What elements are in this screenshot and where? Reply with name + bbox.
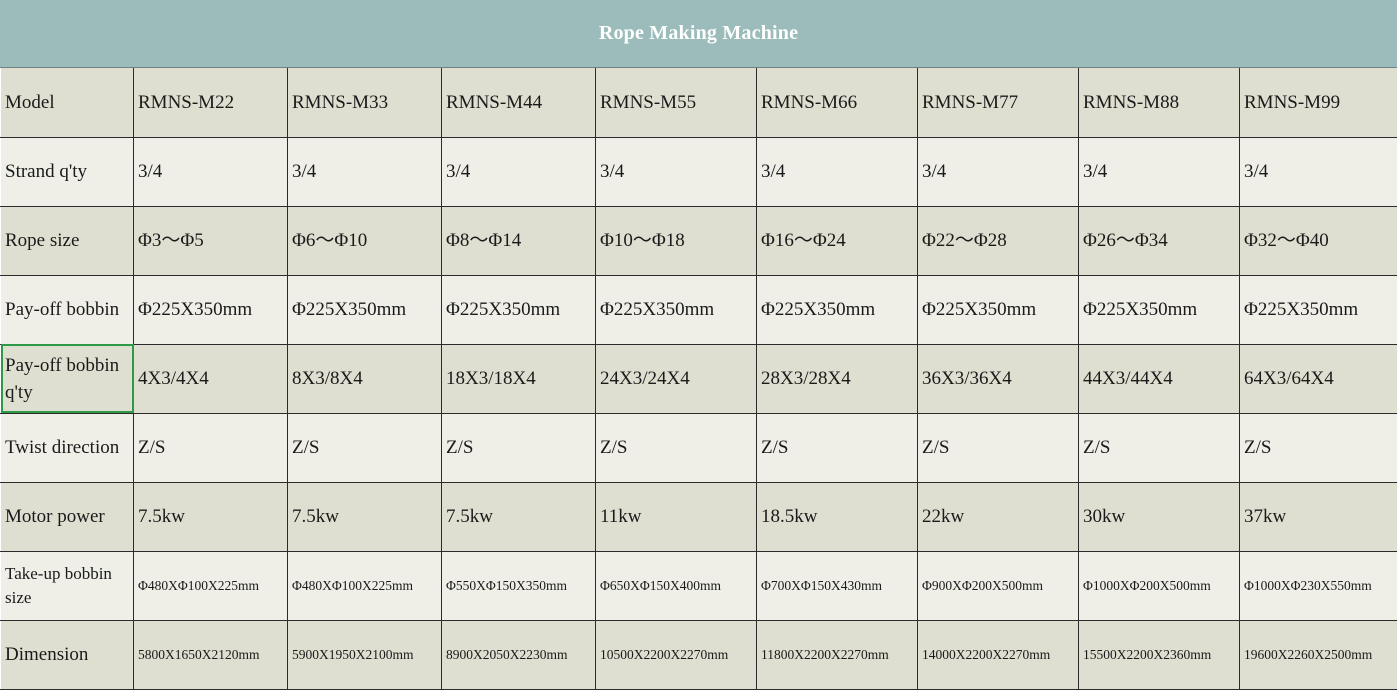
spreadsheet-sheet: Rope Making Machine Model RMNS-M22 RMNS-M3…: [0, 0, 1397, 699]
table-cell[interactable]: 7.5kw: [441, 481, 596, 552]
table-cell[interactable]: Φ16～Φ24: [756, 205, 918, 276]
table-cell[interactable]: Φ1000XΦ230X550mm: [1239, 550, 1397, 621]
table-row: Rope size Φ3～Φ5 Φ6～Φ10 Φ8～Φ14 Φ10～Φ18 Φ16～Φ24…: [0, 205, 1397, 276]
table-cell[interactable]: 18X3/18X4: [441, 343, 596, 414]
table-cell[interactable]: Z/S: [287, 412, 442, 483]
spec-table: Model RMNS-M22 RMNS-M33 RMNS-M44 RMNS-M55 RMN…: [0, 68, 1397, 690]
table-cell[interactable]: 8900X2050X2230mm: [441, 619, 596, 690]
table-cell[interactable]: Φ225X350mm: [756, 274, 918, 345]
table-cell[interactable]: Φ225X350mm: [287, 274, 442, 345]
table-row: Model RMNS-M22 RMNS-M33 RMNS-M44 RMNS-M55 RMN…: [0, 68, 1397, 138]
table-row: Take-up bobbin size Φ480XΦ100X225mm Φ480XΦ…: [0, 550, 1397, 621]
table-cell[interactable]: Φ3～Φ5: [133, 205, 288, 276]
table-cell[interactable]: 37kw: [1239, 481, 1397, 552]
table-cell[interactable]: 10500X2200X2270mm: [595, 619, 757, 690]
table-cell[interactable]: 11800X2200X2270mm: [756, 619, 918, 690]
table-cell[interactable]: Φ480XΦ100X225mm: [287, 550, 442, 621]
table-cell[interactable]: Z/S: [756, 412, 918, 483]
table-row: Motor power 7.5kw 7.5kw 7.5kw 11kw 18.5kw 22kw…: [0, 481, 1397, 552]
table-cell[interactable]: Φ700XΦ150X430mm: [756, 550, 918, 621]
table-cell[interactable]: Φ900XΦ200X500mm: [917, 550, 1079, 621]
table-cell[interactable]: 3/4: [917, 136, 1079, 207]
table-cell[interactable]: RMNS-M77: [917, 68, 1079, 138]
table-row: Pay-off bobbin Φ225X350mm Φ225X350mm Φ225X3…: [0, 274, 1397, 345]
table-cell[interactable]: Φ225X350mm: [1239, 274, 1397, 345]
table-cell[interactable]: 24X3/24X4: [595, 343, 757, 414]
table-cell[interactable]: Z/S: [1078, 412, 1240, 483]
row-label-cell[interactable]: Motor power: [0, 481, 134, 552]
table-cell[interactable]: 8X3/8X4: [287, 343, 442, 414]
row-label-cell[interactable]: Pay-off bobbin: [0, 274, 134, 345]
table-cell[interactable]: Φ650XΦ150X400mm: [595, 550, 757, 621]
table-cell[interactable]: 28X3/28X4: [756, 343, 918, 414]
row-label-cell[interactable]: Pay-off bobbin q'ty: [0, 343, 134, 414]
table-cell[interactable]: Φ225X350mm: [917, 274, 1079, 345]
table-cell[interactable]: 14000X2200X2270mm: [917, 619, 1079, 690]
page-title: Rope Making Machine: [598, 22, 799, 44]
table-cell[interactable]: Φ550XΦ150X350mm: [441, 550, 596, 621]
table-cell[interactable]: 4X3/4X4: [133, 343, 288, 414]
table-cell[interactable]: 3/4: [287, 136, 442, 207]
table-cell[interactable]: 5900X1950X2100mm: [287, 619, 442, 690]
table-cell[interactable]: Φ22～Φ28: [917, 205, 1079, 276]
row-label-cell[interactable]: Model: [0, 68, 134, 138]
table-cell[interactable]: Φ10～Φ18: [595, 205, 757, 276]
table-cell[interactable]: Φ225X350mm: [133, 274, 288, 345]
table-cell[interactable]: 44X3/44X4: [1078, 343, 1240, 414]
table-cell[interactable]: RMNS-M33: [287, 68, 442, 138]
table-cell[interactable]: RMNS-M22: [133, 68, 288, 138]
table-cell[interactable]: RMNS-M99: [1239, 68, 1397, 138]
table-cell[interactable]: 3/4: [595, 136, 757, 207]
table-cell[interactable]: 7.5kw: [287, 481, 442, 552]
table-row: Twist direction Z/S Z/S Z/S Z/S Z/S Z/S Z/S Z/S: [0, 412, 1397, 483]
table-cell[interactable]: 5800X1650X2120mm: [133, 619, 288, 690]
table-row: Pay-off bobbin q'ty 4X3/4X4 8X3/8X4 18X3/18…: [0, 343, 1397, 414]
table-cell[interactable]: 15500X2200X2360mm: [1078, 619, 1240, 690]
table-cell[interactable]: RMNS-M44: [441, 68, 596, 138]
table-cell[interactable]: 3/4: [133, 136, 288, 207]
table-cell[interactable]: 18.5kw: [756, 481, 918, 552]
table-cell[interactable]: Φ225X350mm: [595, 274, 757, 345]
table-cell[interactable]: 3/4: [1239, 136, 1397, 207]
row-label-cell[interactable]: Dimension: [0, 619, 134, 690]
table-cell[interactable]: 64X3/64X4: [1239, 343, 1397, 414]
table-row: Dimension 5800X1650X2120mm 5900X1950X2100m…: [0, 619, 1397, 690]
table-cell[interactable]: RMNS-M88: [1078, 68, 1240, 138]
table-cell[interactable]: Φ26～Φ34: [1078, 205, 1240, 276]
table-row: Strand q'ty 3/4 3/4 3/4 3/4 3/4 3/4 3/4 3/4: [0, 136, 1397, 207]
table-cell[interactable]: 11kw: [595, 481, 757, 552]
table-cell[interactable]: 7.5kw: [133, 481, 288, 552]
table-cell[interactable]: 3/4: [756, 136, 918, 207]
row-label-cell[interactable]: Strand q'ty: [0, 136, 134, 207]
table-cell[interactable]: 3/4: [441, 136, 596, 207]
title-cell[interactable]: Rope Making Machine: [0, 0, 1397, 68]
table-cell[interactable]: Φ225X350mm: [1078, 274, 1240, 345]
table-cell[interactable]: 3/4: [1078, 136, 1240, 207]
table-cell[interactable]: Φ225X350mm: [441, 274, 596, 345]
table-cell[interactable]: Φ480XΦ100X225mm: [133, 550, 288, 621]
row-label-cell[interactable]: Twist direction: [0, 412, 134, 483]
table-cell[interactable]: 36X3/36X4: [917, 343, 1079, 414]
row-label-cell[interactable]: Take-up bobbin size: [0, 550, 134, 621]
table-cell[interactable]: 30kw: [1078, 481, 1240, 552]
table-cell[interactable]: Φ6～Φ10: [287, 205, 442, 276]
table-cell[interactable]: Φ32～Φ40: [1239, 205, 1397, 276]
table-cell[interactable]: Z/S: [1239, 412, 1397, 483]
table-cell[interactable]: Φ8～Φ14: [441, 205, 596, 276]
table-cell[interactable]: Φ1000XΦ200X500mm: [1078, 550, 1240, 621]
table-cell[interactable]: Z/S: [917, 412, 1079, 483]
table-cell[interactable]: 22kw: [917, 481, 1079, 552]
table-cell[interactable]: RMNS-M55: [595, 68, 757, 138]
table-cell[interactable]: 19600X2260X2500mm: [1239, 619, 1397, 690]
table-cell[interactable]: Z/S: [441, 412, 596, 483]
table-cell[interactable]: Z/S: [133, 412, 288, 483]
table-cell[interactable]: Z/S: [595, 412, 757, 483]
row-label-cell[interactable]: Rope size: [0, 205, 134, 276]
table-cell[interactable]: RMNS-M66: [756, 68, 918, 138]
